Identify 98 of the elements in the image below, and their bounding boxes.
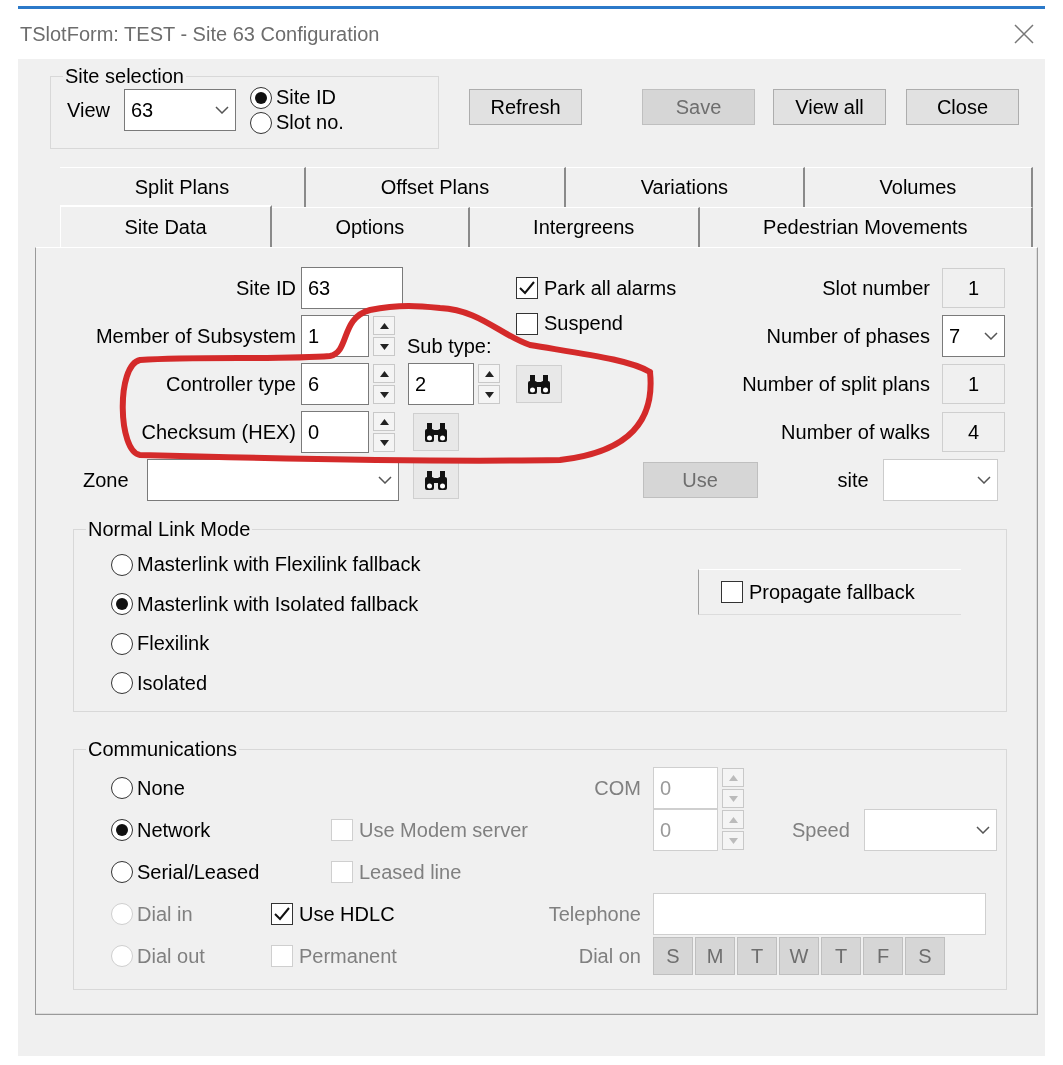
- field-label: Zone: [83, 468, 129, 492]
- radio-option[interactable]: Serial/Leased: [111, 860, 271, 884]
- dialog-button[interactable]: Close: [906, 89, 1019, 125]
- radio-option[interactable]: Slot no.: [250, 111, 344, 134]
- field-label: Slot number: [822, 276, 930, 300]
- radio-option[interactable]: Flexilink: [111, 624, 421, 664]
- group-title: Normal Link Mode: [87, 518, 252, 541]
- spin-down-button[interactable]: [478, 385, 500, 404]
- tab[interactable]: Offset Plans: [305, 167, 566, 207]
- tab[interactable]: Intergreens: [469, 207, 700, 247]
- dialog-button[interactable]: Refresh: [469, 89, 582, 125]
- combo-box[interactable]: [146, 459, 399, 501]
- field-label: Checksum (HEX): [141, 420, 296, 443]
- tab[interactable]: Pedestrian Movements: [699, 207, 1033, 247]
- checkbox[interactable]: [271, 903, 293, 925]
- binoculars-icon: [526, 373, 552, 395]
- search-button[interactable]: [412, 461, 459, 499]
- radio-option[interactable]: Masterlink with Isolated fallback: [111, 584, 421, 624]
- spin-field[interactable]: 2: [408, 363, 474, 405]
- field-label: site: [837, 468, 869, 491]
- field-label: Number of phases: [766, 324, 930, 348]
- radio-indicator[interactable]: [250, 111, 272, 134]
- field-label: Speed: [792, 818, 850, 841]
- field-label: Number of walks: [781, 420, 930, 444]
- down-triangle-icon: [484, 391, 494, 398]
- radio-indicator[interactable]: [111, 819, 133, 841]
- field-label: Telephone: [548, 902, 641, 925]
- radio-option[interactable]: Isolated: [111, 663, 421, 703]
- down-triangle-icon: [379, 391, 389, 398]
- radio-option[interactable]: Masterlink with Flexilink fallback: [111, 545, 421, 585]
- checkbox[interactable]: [516, 277, 538, 299]
- field-label: Sub type:: [407, 335, 492, 358]
- spin-field[interactable]: 6: [301, 363, 369, 405]
- close-icon[interactable]: [1013, 23, 1035, 45]
- binoculars-icon: [422, 469, 449, 491]
- radio-option[interactable]: Site ID: [250, 86, 344, 109]
- input-field[interactable]: 63: [301, 267, 403, 309]
- down-triangle-icon: [379, 439, 389, 446]
- spin-down-button[interactable]: [373, 433, 395, 452]
- up-triangle-icon: [379, 370, 389, 377]
- up-triangle-icon: [484, 370, 494, 377]
- spin-down-button[interactable]: [373, 337, 395, 356]
- spin-field[interactable]: 0: [301, 411, 369, 453]
- field-label: Dial on: [578, 944, 641, 967]
- spin-up-button[interactable]: [373, 412, 395, 431]
- input-field[interactable]: [653, 893, 986, 935]
- search-button[interactable]: [413, 413, 459, 451]
- readonly-field: 1: [942, 364, 1005, 404]
- field-label: View: [67, 98, 110, 122]
- down-triangle-icon: [379, 343, 389, 350]
- radio-indicator[interactable]: [111, 632, 133, 655]
- field-label: Controller type: [165, 372, 296, 395]
- checkbox-option[interactable]: Suspend: [516, 312, 623, 335]
- field-label: Member of Subsystem: [95, 324, 296, 347]
- radio-indicator[interactable]: [111, 593, 133, 616]
- group-title: Communications: [87, 738, 238, 761]
- combo-box[interactable]: 7: [942, 315, 1005, 357]
- up-triangle-icon: [379, 322, 389, 329]
- down-triangle-icon: [728, 837, 738, 844]
- spin-up-button[interactable]: [373, 316, 395, 335]
- binoculars-icon: [423, 421, 449, 443]
- up-triangle-icon: [379, 418, 389, 425]
- up-triangle-icon: [728, 816, 738, 823]
- readonly-field: 4: [942, 412, 1005, 452]
- spin-down-button[interactable]: [373, 385, 395, 404]
- chevron-down-icon: [976, 476, 991, 484]
- radio-indicator[interactable]: [111, 861, 133, 883]
- radio-indicator[interactable]: [111, 777, 133, 799]
- readonly-field: 1: [942, 268, 1005, 308]
- tab[interactable]: Volumes: [804, 167, 1033, 207]
- field-label: Number of split plans: [742, 372, 930, 396]
- tab[interactable]: Variations: [565, 167, 805, 207]
- combo-box[interactable]: 63: [124, 89, 236, 131]
- radio-option[interactable]: None: [111, 776, 271, 800]
- dialog-button[interactable]: View all: [773, 89, 886, 125]
- window-title: TSlotForm: TEST - Site 63 Configuration: [20, 22, 380, 46]
- chevron-down-icon: [984, 332, 998, 340]
- field-label: COM: [594, 776, 641, 799]
- radio-indicator[interactable]: [250, 86, 272, 109]
- radio-option[interactable]: Network: [111, 818, 271, 842]
- search-button[interactable]: [516, 365, 562, 403]
- chevron-down-icon: [215, 106, 229, 114]
- tab[interactable]: Options: [272, 207, 470, 247]
- checkbox[interactable]: [516, 312, 538, 335]
- group-title: Site selection: [64, 65, 185, 88]
- field-label: Site ID: [235, 276, 296, 299]
- up-triangle-icon: [728, 774, 738, 781]
- checkbox-option[interactable]: Use HDLC: [271, 902, 395, 926]
- checkbox[interactable]: [721, 581, 743, 603]
- spin-up-button[interactable]: [373, 364, 395, 383]
- radio-indicator[interactable]: [111, 553, 133, 576]
- radio-indicator[interactable]: [111, 672, 133, 695]
- tab[interactable]: Site Data: [60, 205, 273, 247]
- checkbox-option[interactable]: Park all alarms: [516, 276, 677, 300]
- chevron-down-icon: [377, 476, 392, 484]
- down-triangle-icon: [728, 795, 738, 802]
- spin-up-button[interactable]: [478, 364, 500, 383]
- chevron-down-icon: [975, 826, 990, 834]
